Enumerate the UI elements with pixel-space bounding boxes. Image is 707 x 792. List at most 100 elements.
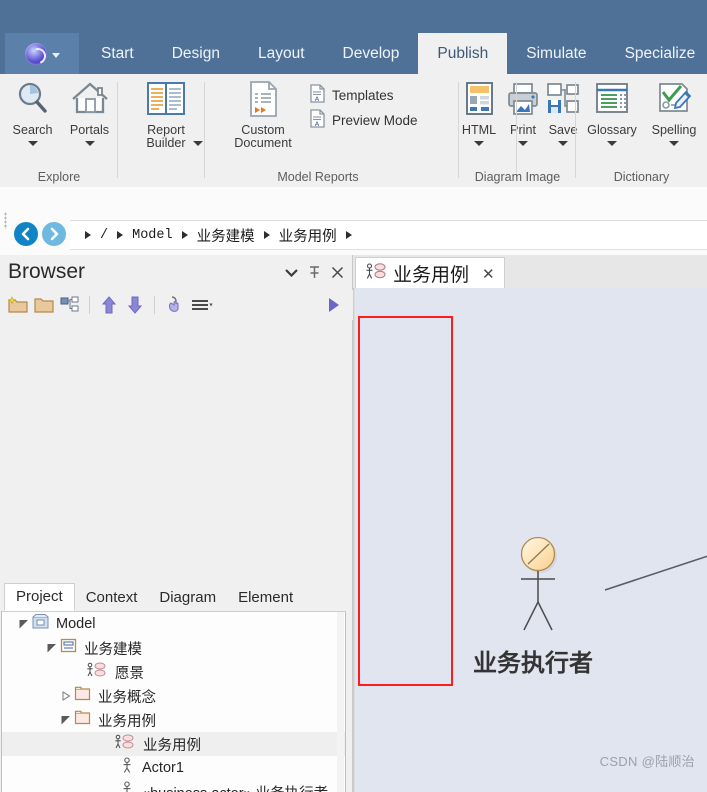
ribbon-tab-strip: Start Design Layout Develop Publish Simu…	[82, 33, 707, 74]
diagram-tab-business-use-case[interactable]: 业务用例 ✕	[355, 257, 505, 289]
breadcrumb-item-business-modeling[interactable]: 业务建模	[197, 225, 255, 246]
select-pointer-button[interactable]	[162, 293, 186, 317]
title-bar: Start Design Layout Develop Publish Simu…	[0, 0, 707, 74]
tree-label: 业务用例	[98, 713, 156, 730]
glossary-button[interactable]: Glossary	[581, 77, 643, 146]
ribbon-tab-specialize[interactable]: Specialize	[606, 33, 707, 74]
glossary-label: Glossary	[587, 123, 637, 137]
preview-mode-item[interactable]: A Preview Mode	[309, 108, 418, 133]
breadcrumb-item-model[interactable]: Model	[132, 228, 173, 243]
ribbon-tab-design[interactable]: Design	[153, 33, 239, 74]
custom-document-button[interactable]: Custom Document	[221, 77, 305, 150]
tree-label: 业务建模	[84, 641, 142, 658]
use-case-diagram-icon	[365, 262, 387, 285]
tree-scrollbar[interactable]	[337, 612, 344, 792]
open-package-button[interactable]	[32, 293, 56, 317]
html-label: HTML	[461, 123, 497, 137]
portals-label: Portals	[69, 123, 110, 137]
stick-figure-actor[interactable]	[508, 536, 570, 644]
actor-icon	[120, 781, 135, 792]
template-document-icon: A	[309, 83, 326, 108]
navigate-back-button[interactable]	[14, 222, 38, 246]
breadcrumb-separator-icon	[345, 231, 352, 239]
tree-item-business-modeling[interactable]: 业务建模	[2, 636, 345, 660]
breadcrumb-item-business-use-case[interactable]: 业务用例	[279, 225, 337, 246]
diagram-canvas[interactable]: 业务执行者 CSDN @陆顺治	[353, 288, 707, 792]
ribbon-tab-start[interactable]: Start	[82, 33, 153, 74]
canvas-left-edge	[353, 288, 356, 792]
html-page-icon	[461, 77, 497, 121]
svg-text:A: A	[315, 95, 320, 103]
print-button[interactable]: Print	[503, 77, 543, 146]
spelling-button[interactable]: Spelling	[643, 77, 705, 146]
panel-close-button[interactable]	[328, 263, 346, 281]
browser-tab-strip: Project Context Diagram Element	[0, 583, 356, 611]
package-icon	[74, 710, 91, 730]
chevron-down-icon	[84, 141, 95, 146]
tree-label: Model	[56, 616, 96, 632]
app-menu-button[interactable]	[5, 33, 79, 74]
application-window: Start Design Layout Develop Publish Simu…	[0, 0, 707, 792]
report-builder-button[interactable]: Report Builder	[130, 77, 202, 150]
ribbon-panel: Search Portals Explore Report Builder Cu…	[0, 74, 707, 188]
use-case-diagram-icon	[114, 734, 136, 755]
html-button[interactable]: HTML	[461, 77, 497, 146]
toolbar-separator	[154, 296, 155, 314]
browser-tab-project[interactable]: Project	[4, 583, 75, 611]
ribbon-group-model-reports: Report Builder Custom Document A Templat…	[118, 74, 459, 186]
ribbon-tab-develop[interactable]: Develop	[324, 33, 419, 74]
package-structure-button[interactable]	[58, 293, 82, 317]
drag-grip-icon	[4, 212, 7, 229]
tree-item-business-concepts[interactable]: 业务概念	[2, 684, 345, 708]
group-separator	[204, 82, 205, 178]
chevron-down-icon	[474, 141, 484, 146]
tree-item-business-actor[interactable]: «business actor» 业务执行者	[2, 780, 345, 792]
browser-tab-element[interactable]: Element	[227, 585, 304, 611]
package-icon	[74, 686, 91, 706]
tree-label: «business actor» 业务执行者	[142, 782, 328, 792]
chevron-down-icon	[27, 141, 38, 146]
tree-item-vision-diagram[interactable]: 愿景	[2, 660, 345, 684]
browser-panel-header: Browser	[0, 255, 352, 290]
new-package-button[interactable]	[6, 293, 30, 317]
chevron-down-icon	[51, 53, 60, 58]
expander-expanded-icon[interactable]	[16, 616, 32, 632]
home-icon	[69, 77, 111, 121]
panel-pin-button[interactable]	[305, 263, 323, 281]
browser-tab-diagram[interactable]: Diagram	[148, 585, 227, 611]
project-tree[interactable]: Model 业务建模 愿景 业务概念 业务用例 业务用例 Actor1	[1, 611, 346, 792]
list-menu-button[interactable]	[188, 293, 216, 317]
breadcrumb-separator-icon	[181, 231, 188, 239]
breadcrumb-item-root[interactable]: /	[100, 228, 108, 243]
navigate-forward-button[interactable]	[42, 222, 66, 246]
tree-item-business-use-case-diagram[interactable]: 业务用例	[2, 732, 345, 756]
move-up-button[interactable]	[97, 293, 121, 317]
chevron-down-icon[interactable]	[193, 141, 203, 146]
search-button[interactable]: Search	[4, 77, 61, 146]
preview-mode-label: Preview Mode	[332, 113, 418, 128]
custom-document-label: Custom Document	[234, 123, 292, 150]
expander-expanded-icon[interactable]	[58, 712, 74, 728]
ribbon-tab-publish[interactable]: Publish	[418, 33, 508, 74]
move-down-button[interactable]	[123, 293, 147, 317]
expander-expanded-icon[interactable]	[44, 640, 60, 656]
close-icon[interactable]: ✕	[482, 265, 495, 283]
portals-button[interactable]: Portals	[61, 77, 118, 146]
expand-panel-button[interactable]	[322, 294, 344, 316]
ribbon-tab-simulate[interactable]: Simulate	[507, 33, 605, 74]
browser-tab-context[interactable]: Context	[75, 585, 149, 611]
panel-menu-button[interactable]	[282, 263, 300, 281]
tree-item-actor1[interactable]: Actor1	[2, 756, 345, 780]
arrow-left-icon	[19, 227, 33, 241]
tree-item-business-use-case-package[interactable]: 业务用例	[2, 708, 345, 732]
diagram-tab-strip: 业务用例 ✕	[353, 255, 707, 289]
tree-item-model[interactable]: Model	[2, 612, 345, 636]
breadcrumb-separator-icon	[117, 231, 124, 239]
ribbon-group-dictionary: Glossary Spelling Dictionary	[576, 74, 707, 186]
actor-label: 业务执行者	[473, 649, 593, 677]
templates-item[interactable]: A Templates	[309, 83, 418, 108]
ribbon-tab-layout[interactable]: Layout	[239, 33, 324, 74]
expander-collapsed-icon[interactable]	[58, 688, 74, 704]
custom-document-icon	[243, 77, 283, 121]
association-connector[interactable]	[603, 553, 707, 593]
